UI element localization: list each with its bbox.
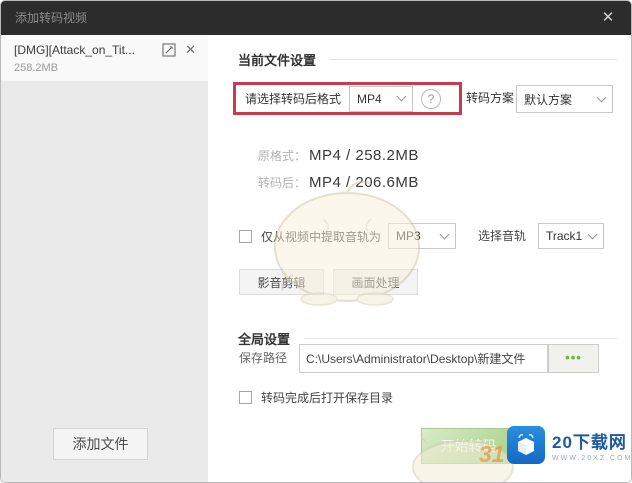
chevron-down-icon <box>587 229 598 239</box>
dialog-add-transcode-video: 添加转码视频 ✕ [DMG][Attack_on_Tit... ✕ 258.2M… <box>0 0 632 483</box>
chevron-down-icon <box>396 91 407 102</box>
chevron-down-icon <box>439 229 450 239</box>
site-name: 20下载网 <box>552 433 627 452</box>
track-select[interactable]: Track1 <box>538 223 604 249</box>
scheme-select-value: 默认方案 <box>524 92 573 107</box>
format-select-value: MP4 <box>357 91 382 106</box>
file-size: 258.2MB <box>14 62 59 74</box>
help-icon[interactable]: ? <box>421 88 442 109</box>
output-format-value: MP4 / 206.6MB <box>309 174 419 191</box>
divider <box>330 59 617 60</box>
format-label: 请选择转码后格式 <box>245 92 342 106</box>
download-box-icon <box>507 426 545 464</box>
output-format-row: 转码后： MP4 / 206.6MB <box>258 174 419 191</box>
site-text: 20下载网 WWW.20XZ.COM <box>552 428 632 462</box>
picture-process-button[interactable]: 画面处理 <box>333 269 418 295</box>
av-edit-button[interactable]: 影音剪辑 <box>239 269 324 295</box>
extract-audio-label: 仅从视频中提取音轨为 <box>261 229 382 244</box>
scheme-label: 转码方案 <box>466 91 515 105</box>
current-settings-title: 当前文件设置 <box>238 53 317 68</box>
track-select-value: Track1 <box>546 229 583 243</box>
extract-audio-row: 仅从视频中提取音轨为 <box>239 223 381 249</box>
format-highlight-box: 请选择转码后格式 MP4 ? <box>233 82 462 115</box>
save-path-input[interactable]: C:\Users\Administrator\Desktop\新建文件 <box>299 344 548 373</box>
track-label: 选择音轨 <box>478 229 527 243</box>
chevron-down-icon <box>596 92 607 102</box>
format-select[interactable]: MP4 <box>349 85 414 112</box>
source-format-row: 原格式： MP4 / 258.2MB <box>258 147 419 164</box>
audio-format-select[interactable]: MP3 <box>388 223 456 249</box>
start-transcode-button[interactable]: 开始转码 <box>421 428 516 464</box>
open-after-row: 转码完成后打开保存目录 <box>239 389 393 405</box>
open-after-label: 转码完成后打开保存目录 <box>261 390 394 405</box>
window-title: 添加转码视频 <box>15 11 88 25</box>
site-url: WWW.20XZ.COM <box>552 455 632 462</box>
file-list-item[interactable]: [DMG][Attack_on_Tit... ✕ 258.2MB <box>1 35 208 81</box>
site-watermark: 20下载网 WWW.20XZ.COM <box>507 426 632 464</box>
file-list-panel: [DMG][Attack_on_Tit... ✕ 258.2MB 添加文件 <box>1 35 208 482</box>
divider <box>304 338 617 339</box>
save-path-label: 保存路径 <box>239 351 288 365</box>
source-format-value: MP4 / 258.2MB <box>309 147 419 164</box>
browse-button[interactable]: ••• <box>548 344 599 373</box>
source-format-label: 原格式： <box>258 149 307 163</box>
output-format-label: 转码后： <box>258 176 307 190</box>
file-name: [DMG][Attack_on_Tit... <box>14 43 135 57</box>
add-file-button[interactable]: 添加文件 <box>53 428 148 460</box>
rename-icon[interactable] <box>162 43 176 57</box>
scheme-select[interactable]: 默认方案 <box>516 85 613 113</box>
current-settings-header: 当前文件设置 <box>238 50 617 69</box>
remove-file-icon[interactable]: ✕ <box>183 42 198 58</box>
close-icon[interactable]: ✕ <box>593 1 623 35</box>
titlebar: 添加转码视频 ✕ <box>1 1 631 35</box>
audio-format-value: MP3 <box>396 229 421 243</box>
extract-audio-checkbox[interactable] <box>239 229 252 243</box>
open-after-checkbox[interactable] <box>239 390 252 404</box>
settings-panel: 当前文件设置 请选择转码后格式 MP4 ? 转码方案 默认方案 原格式： MP4… <box>208 35 631 482</box>
